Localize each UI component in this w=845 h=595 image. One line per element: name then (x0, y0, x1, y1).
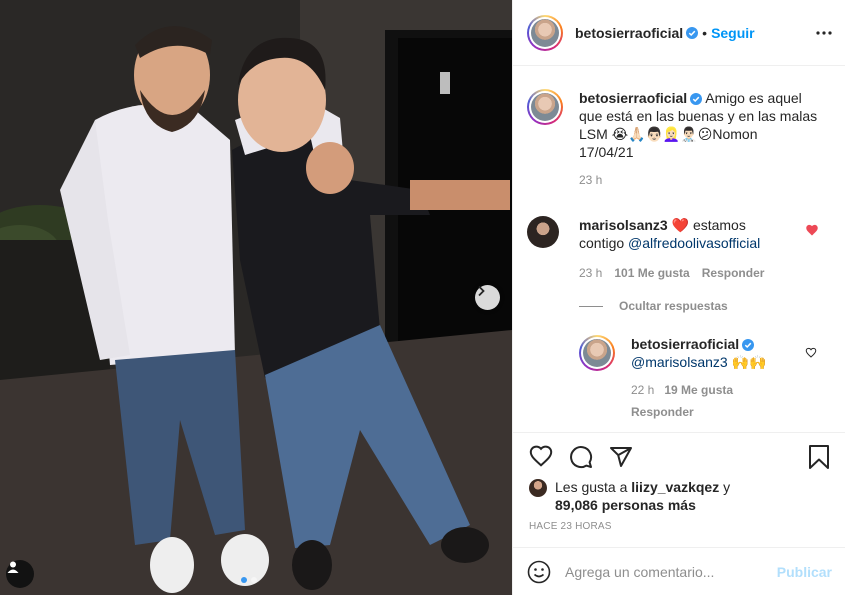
comment-body-2: contigo (579, 235, 629, 251)
comment-meta: 23 h 101 Me gusta Responder (579, 266, 837, 280)
reply: betosierraoficial @marisolsanz3 🙌🙌 22 h … (579, 335, 829, 419)
commenter-username[interactable]: marisolsanz3 (579, 217, 668, 233)
caption-text: betosierraoficial Amigo es aquel que est… (579, 89, 837, 161)
caption-avatar[interactable] (527, 89, 563, 125)
reply-emojis: 🙌🙌 (731, 354, 767, 370)
caption-username[interactable]: betosierraoficial (579, 90, 687, 106)
tagged-users-button[interactable] (6, 560, 34, 588)
caption-emojis: 😭🙏🏻👨🏻👱🏻‍♀️👨🏻‍⚕️😕 (611, 126, 713, 142)
comment-input[interactable] (565, 563, 777, 580)
commenter-avatar[interactable] (527, 216, 559, 248)
next-photo-button[interactable] (475, 285, 500, 310)
share-icon[interactable] (609, 445, 633, 469)
reply-text: betosierraoficial @marisolsanz3 🙌🙌 (631, 335, 829, 371)
carousel-dot-active (241, 577, 247, 583)
caption: betosierraoficial Amigo es aquel que est… (527, 89, 837, 187)
comment-time[interactable]: 23 h (579, 266, 602, 280)
likes-prefix: Les gusta a (555, 479, 632, 495)
comment-icon[interactable] (569, 445, 593, 469)
comment-reply-button[interactable]: Responder (702, 266, 765, 280)
carousel-indicator (241, 577, 257, 583)
comment-composer: Publicar (513, 547, 845, 595)
publish-button[interactable]: Publicar (777, 564, 832, 580)
likes-summary: Les gusta a liizy_vazkqez y 89,086 perso… (529, 478, 829, 514)
photo-illustration (0, 0, 512, 595)
heart-icon[interactable] (529, 445, 553, 467)
action-bar (513, 432, 845, 472)
user-tag-icon (7, 561, 19, 573)
post-header: betosierraoficial • Seguir (513, 0, 845, 66)
caption-line-2: que está en las buenas y en las malas (579, 108, 818, 124)
follow-button[interactable]: Seguir (711, 25, 755, 41)
comment-likes[interactable]: 101 Me gusta (614, 266, 689, 280)
reply-likes[interactable]: 19 Me gusta (664, 383, 733, 397)
reply-time[interactable]: 22 h (631, 383, 654, 397)
caption-line-3-prefix: LSM (579, 126, 608, 142)
reply-reply-button[interactable]: Responder (631, 405, 781, 419)
hide-replies-button[interactable]: Ocultar respuestas (579, 299, 728, 313)
bookmark-icon[interactable] (809, 445, 829, 469)
post-photo[interactable] (0, 0, 512, 595)
author-avatar[interactable] (527, 14, 563, 51)
hide-replies-label: Ocultar respuestas (619, 299, 728, 313)
reply-like-heart-icon[interactable] (805, 347, 817, 358)
comments-list[interactable]: betosierraoficial Amigo es aquel que est… (513, 67, 845, 431)
verified-badge-icon (742, 339, 755, 351)
likes-count[interactable]: 89,086 personas más (555, 497, 696, 513)
comment-body: estamos (692, 217, 746, 233)
author-username[interactable]: betosierraoficial (575, 25, 683, 41)
caption-meta: 23 h (579, 173, 837, 187)
reply-username[interactable]: betosierraoficial (631, 336, 739, 352)
carousel-dot (251, 577, 257, 583)
comment-text: marisolsanz3 ❤️ estamos contigo @alfredo… (579, 216, 837, 252)
emoji-icon[interactable] (527, 560, 551, 584)
caption-time[interactable]: 23 h (579, 173, 602, 187)
separator: • (702, 24, 708, 41)
comment-heart-emoji: ❤️ (671, 217, 690, 233)
comment-mention[interactable]: @alfredoolivasofficial (628, 235, 760, 251)
reply-mention[interactable]: @marisolsanz3 (631, 354, 728, 370)
caption-line-1: Amigo es aquel (705, 90, 802, 106)
verified-badge-icon (690, 93, 703, 105)
caption-line-3-suffix: Nomon (712, 126, 758, 142)
comment-like-heart-icon[interactable] (805, 224, 819, 236)
next-arrow-icon (478, 285, 485, 297)
liker-avatar[interactable] (529, 479, 547, 497)
likes-middle: y (719, 479, 731, 495)
post-timestamp[interactable]: HACE 23 HORAS (529, 521, 612, 532)
verified-badge-icon (686, 26, 699, 39)
reply-avatar[interactable] (579, 335, 615, 371)
more-options-icon[interactable] (816, 26, 832, 40)
post-sidebar: betosierraoficial • Seguir betosierraofi… (512, 0, 845, 595)
comment: marisolsanz3 ❤️ estamos contigo @alfredo… (527, 216, 837, 280)
caption-date: 17/04/21 (579, 144, 634, 160)
liker-username[interactable]: liizy_vazkqez (631, 479, 719, 495)
reply-meta: 22 h 19 Me gusta Responder (631, 383, 781, 419)
